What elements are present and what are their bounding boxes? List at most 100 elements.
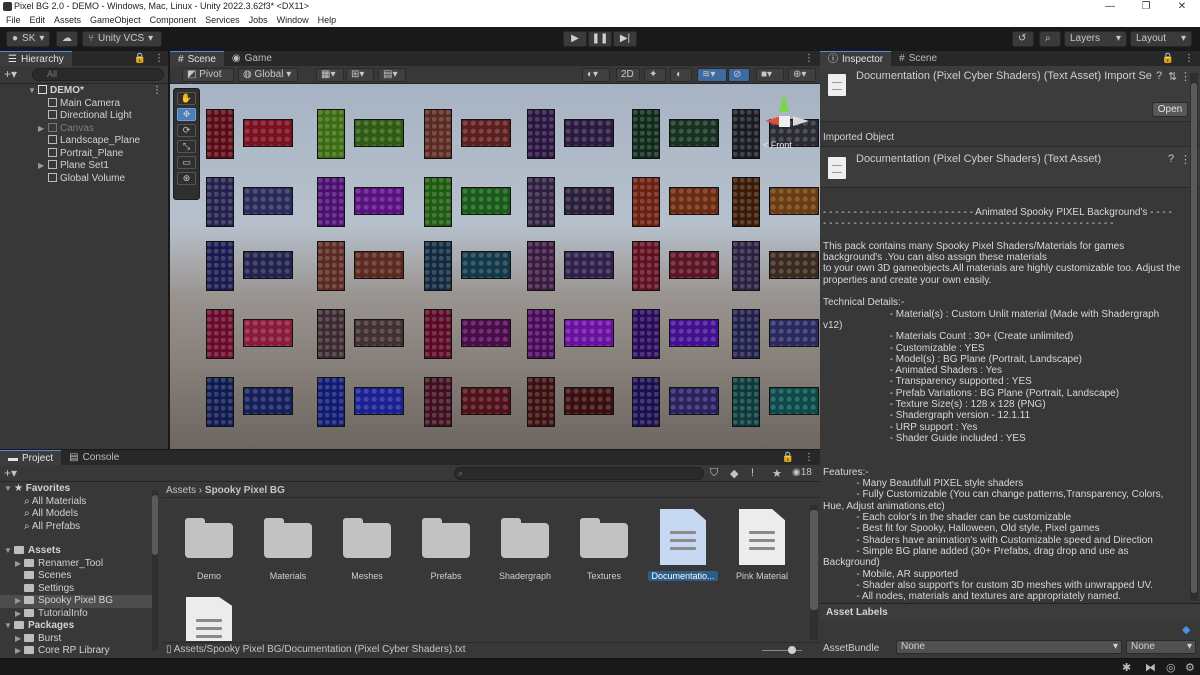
lock-icon[interactable]: 🔒 bbox=[130, 51, 150, 66]
add-object-button[interactable]: +▾ bbox=[4, 67, 17, 81]
folder-icon[interactable] bbox=[580, 518, 628, 558]
settings-icon[interactable]: ⚙ bbox=[1185, 661, 1195, 674]
portrait-plane[interactable] bbox=[527, 177, 555, 227]
favorites-header[interactable]: ▼ ★ Favorites bbox=[0, 483, 152, 496]
portrait-plane[interactable] bbox=[206, 241, 234, 291]
landscape-plane[interactable] bbox=[461, 119, 511, 147]
portrait-plane[interactable] bbox=[424, 109, 452, 159]
expand-arrow-icon[interactable]: ▶ bbox=[15, 633, 21, 646]
landscape-plane[interactable] bbox=[354, 387, 404, 415]
landscape-plane[interactable] bbox=[669, 387, 719, 415]
hierarchy-root[interactable]: ▼ DEMO* ⋮ bbox=[0, 85, 168, 98]
portrait-plane[interactable] bbox=[424, 377, 452, 427]
portrait-plane[interactable] bbox=[632, 241, 660, 291]
folder-label[interactable]: Meshes bbox=[328, 571, 406, 581]
landscape-plane[interactable] bbox=[461, 187, 511, 215]
asset-folder-item[interactable]: Scenes bbox=[0, 570, 152, 583]
landscape-plane[interactable] bbox=[354, 251, 404, 279]
portrait-plane[interactable] bbox=[317, 109, 345, 159]
tab-hierarchy[interactable]: ☰ Hierarchy bbox=[0, 51, 72, 66]
orientation-gizmo[interactable]: < Front bbox=[763, 94, 811, 156]
landscape-plane[interactable] bbox=[243, 251, 293, 279]
expand-arrow-icon[interactable]: ▶ bbox=[38, 123, 44, 136]
bug-icon[interactable]: ✱ bbox=[1122, 661, 1131, 674]
portrait-plane[interactable] bbox=[732, 377, 760, 427]
menu-file[interactable]: File bbox=[6, 15, 21, 25]
project-search-input[interactable]: ⌕ bbox=[454, 467, 704, 480]
label-tag-icon[interactable]: ◆ bbox=[1182, 623, 1190, 636]
expand-arrow-icon[interactable]: ▼ bbox=[4, 483, 12, 496]
scene-visibility-toggle[interactable]: ⊘ bbox=[728, 68, 750, 82]
hierarchy-search-input[interactable]: All bbox=[32, 68, 164, 81]
landscape-plane[interactable] bbox=[769, 187, 819, 215]
text-file-icon[interactable] bbox=[186, 597, 232, 641]
landscape-plane[interactable] bbox=[769, 319, 819, 347]
tab-game[interactable]: ◉ Game bbox=[224, 51, 280, 66]
packages-header[interactable]: ▼ Packages bbox=[0, 620, 152, 633]
portrait-plane[interactable] bbox=[632, 377, 660, 427]
more-menu-icon[interactable]: ⋮ bbox=[150, 51, 168, 66]
landscape-plane[interactable] bbox=[669, 187, 719, 215]
move-tool[interactable]: ✥ bbox=[177, 108, 196, 121]
more-menu-icon[interactable]: ⋮ bbox=[798, 450, 820, 465]
folder-icon[interactable] bbox=[343, 518, 391, 558]
expand-arrow-icon[interactable]: ▶ bbox=[15, 558, 21, 571]
tab-project[interactable]: ▬ Project bbox=[0, 450, 62, 465]
menu-assets[interactable]: Assets bbox=[54, 15, 81, 25]
landscape-plane[interactable] bbox=[564, 119, 614, 147]
portrait-plane[interactable] bbox=[317, 177, 345, 227]
portrait-plane[interactable] bbox=[317, 377, 345, 427]
asset-folder-item[interactable]: ▶ Renamer_Tool bbox=[0, 558, 152, 571]
grid-snap-button[interactable]: ▦▾ bbox=[316, 68, 344, 82]
hierarchy-item[interactable]: ▶ Plane Set1 bbox=[0, 160, 168, 173]
portrait-plane[interactable] bbox=[424, 309, 452, 359]
inspector-scrollbar[interactable] bbox=[1190, 73, 1198, 601]
landscape-plane[interactable] bbox=[243, 319, 293, 347]
folder-label[interactable]: Demo bbox=[170, 571, 248, 581]
package-item[interactable]: ▶ Burst bbox=[0, 633, 152, 646]
hierarchy-item[interactable]: Portrait_Plane bbox=[0, 147, 168, 161]
portrait-plane[interactable] bbox=[424, 241, 452, 291]
portrait-plane[interactable] bbox=[632, 109, 660, 159]
portrait-plane[interactable] bbox=[732, 309, 760, 359]
z-axis-cone[interactable] bbox=[793, 116, 809, 126]
hand-tool[interactable]: ✋ bbox=[177, 92, 196, 105]
tab-console[interactable]: ▤ Console bbox=[61, 450, 127, 465]
assetbundle-variant-dropdown[interactable]: None ▾ bbox=[1126, 640, 1196, 654]
portrait-plane[interactable] bbox=[206, 377, 234, 427]
portrait-plane[interactable] bbox=[527, 109, 555, 159]
asset-folder-item[interactable]: Settings bbox=[0, 583, 152, 596]
folder-label[interactable]: Materials bbox=[249, 571, 327, 581]
portrait-plane[interactable] bbox=[732, 109, 760, 159]
cloud-button[interactable]: ☁ bbox=[56, 31, 78, 47]
more-menu-icon[interactable]: ⋮ bbox=[798, 51, 820, 66]
hierarchy-item[interactable]: Main Camera bbox=[0, 97, 168, 111]
assetbundle-dropdown[interactable]: None ▾ bbox=[896, 640, 1122, 654]
portrait-plane[interactable] bbox=[206, 177, 234, 227]
landscape-plane[interactable] bbox=[564, 251, 614, 279]
tree-scrollbar[interactable] bbox=[152, 490, 158, 650]
grid-visibility-button[interactable]: ▤▾ bbox=[378, 68, 406, 82]
expand-arrow-icon[interactable]: ▶ bbox=[15, 595, 21, 608]
folder-icon[interactable] bbox=[501, 518, 549, 558]
menu-services[interactable]: Services bbox=[205, 15, 240, 25]
favorite-star-icon[interactable]: ★ bbox=[772, 467, 782, 480]
landscape-plane[interactable] bbox=[769, 387, 819, 415]
landscape-plane[interactable] bbox=[243, 387, 293, 415]
play-button[interactable]: ▶ bbox=[563, 31, 587, 47]
portrait-plane[interactable] bbox=[527, 241, 555, 291]
minimize-button[interactable]: — bbox=[1092, 0, 1128, 13]
portrait-plane[interactable] bbox=[632, 177, 660, 227]
open-button[interactable]: Open bbox=[1152, 102, 1188, 117]
hierarchy-item[interactable]: Landscape_Plane bbox=[0, 135, 168, 148]
portrait-plane[interactable] bbox=[206, 109, 234, 159]
expand-arrow-icon[interactable]: ▶ bbox=[38, 160, 44, 173]
slider-thumb[interactable] bbox=[788, 646, 796, 654]
landscape-plane[interactable] bbox=[669, 319, 719, 347]
portrait-plane[interactable] bbox=[317, 241, 345, 291]
package-item[interactable]: ▶ Core RP Library bbox=[0, 645, 152, 658]
assets-header[interactable]: ▼ Assets bbox=[0, 545, 152, 558]
audio-toggle[interactable]: ◖ bbox=[670, 68, 692, 82]
landscape-plane[interactable] bbox=[669, 251, 719, 279]
landscape-plane[interactable] bbox=[564, 319, 614, 347]
